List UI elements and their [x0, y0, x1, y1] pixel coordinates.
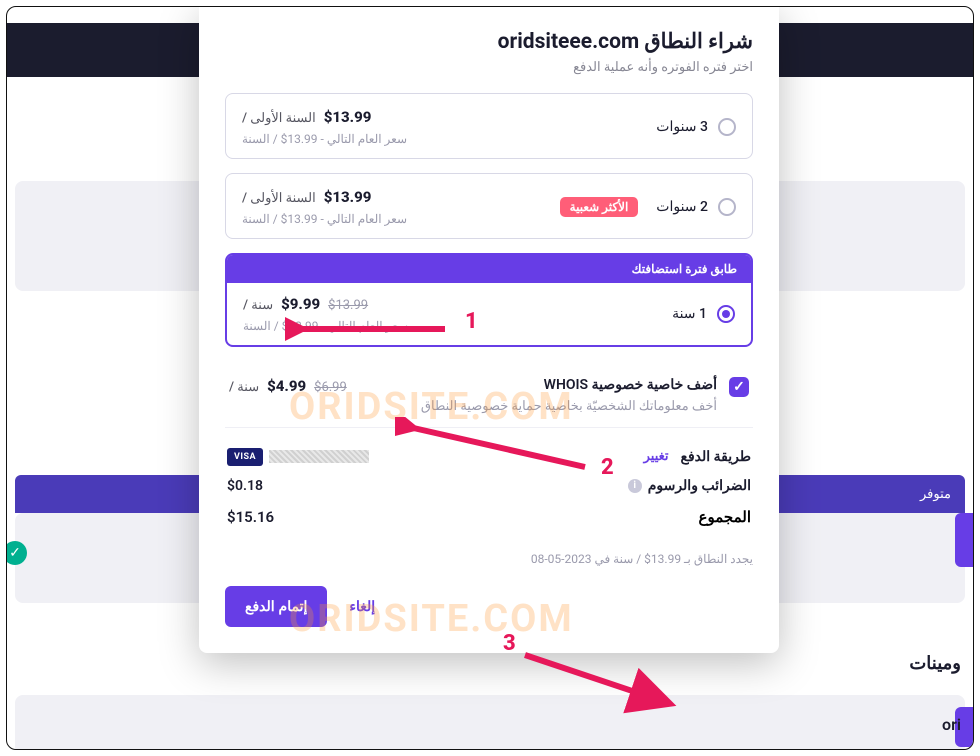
total-value: $15.16: [227, 508, 274, 526]
radio-icon[interactable]: [717, 305, 735, 323]
plan-renewal-note: سعر العام التالي - 13.99$ / السنة: [243, 319, 408, 333]
whois-description: أخف معلوماتك الشخصيّة بخاصية حماية خصوصي…: [371, 397, 717, 417]
whois-old-price: $6.99: [314, 380, 347, 395]
modal-subtitle: اختر فتره الفوتره وأنه عملية الدفع: [225, 60, 753, 75]
tax-value: $0.18: [227, 478, 263, 494]
modal-actions: إلغاء إتمام الدفع: [225, 586, 753, 627]
renewal-note: يجدد النطاق بـ 13.99$ / سنة في 2023-05-0…: [225, 552, 753, 566]
visa-icon: VISA: [227, 448, 263, 466]
plan-price: $13.99: [324, 188, 372, 206]
whois-title: أضف خاصية خصوصية WHOIS: [371, 377, 717, 393]
plan-label: 1 سنة: [672, 306, 707, 322]
plan-price: $9.99: [281, 295, 320, 313]
plan-renewal-note: سعر العام التالي - 13.99$ / السنة: [242, 132, 407, 146]
change-payment-link[interactable]: تغيير: [644, 449, 669, 464]
plan-old-price: $13.99: [328, 298, 368, 313]
total-row: المجموع $15.16: [225, 500, 753, 528]
plan-option-3yr[interactable]: 3 سنوات $13.99 السنة الأولى / سعر العام …: [225, 93, 753, 159]
check-icon: [6, 541, 27, 565]
plan-option-1yr[interactable]: طابق فترة استضافتك 1 سنة $13.99 $9.99 سن…: [225, 253, 753, 347]
background-panel: [15, 695, 965, 750]
whois-privacy-addon: أضف خاصية خصوصية WHOIS أخف معلوماتك الشخ…: [225, 361, 753, 428]
payment-method-row: طريقة الدفع تغيير VISA: [225, 442, 753, 472]
card-number-masked: [269, 450, 369, 463]
radio-icon[interactable]: [718, 118, 736, 136]
plan-banner: طابق فترة استضافتك: [227, 255, 751, 283]
plan-price: $13.99: [324, 108, 372, 126]
whois-price: $4.99: [267, 377, 306, 395]
background-text: ori: [942, 715, 961, 734]
radio-icon[interactable]: [718, 198, 736, 216]
cancel-button[interactable]: إلغاء: [349, 598, 375, 615]
submit-payment-button[interactable]: إتمام الدفع: [225, 586, 327, 627]
tax-row: الضرائب والرسوم i $0.18: [225, 472, 753, 500]
plan-label: 2 سنوات: [656, 199, 708, 215]
info-icon[interactable]: i: [628, 479, 642, 493]
background-label: ومينات: [909, 653, 961, 674]
purchase-domain-modal: شراء النطاق oridsiteee.com اختر فتره الف…: [199, 7, 779, 653]
background-button: [955, 513, 974, 567]
popular-badge: الأكثر شعبية: [560, 197, 639, 217]
plan-label: 3 سنوات: [656, 119, 708, 135]
plan-renewal-note: سعر العام التالي - 13.99$ / السنة: [242, 212, 407, 226]
whois-checkbox[interactable]: [729, 377, 749, 397]
modal-title: شراء النطاق oridsiteee.com: [225, 29, 753, 54]
plan-option-2yr[interactable]: 2 سنوات الأكثر شعبية $13.99 السنة الأولى…: [225, 173, 753, 239]
